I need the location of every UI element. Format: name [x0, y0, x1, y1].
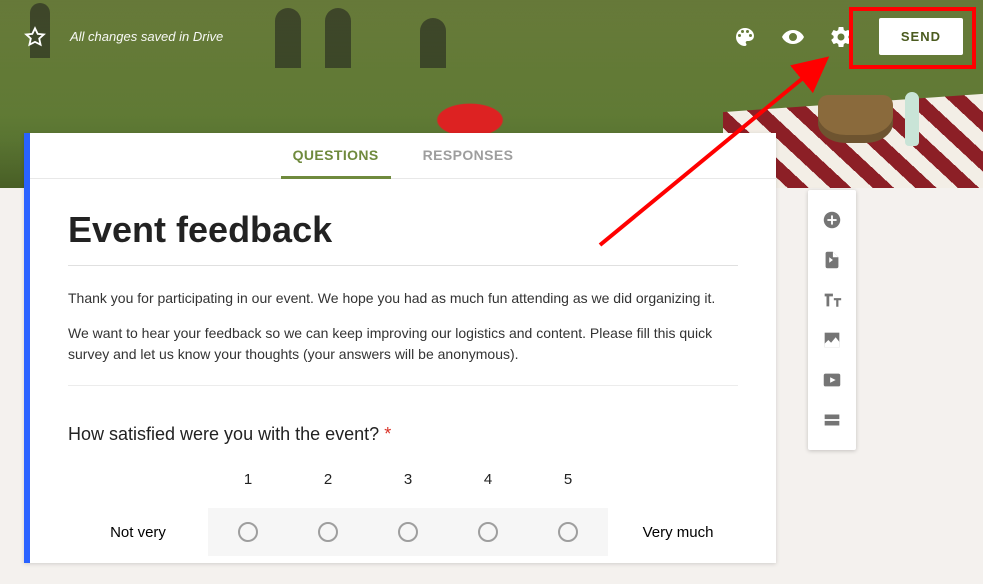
scale-low-label: Not very: [68, 524, 208, 541]
send-button[interactable]: SEND: [879, 18, 963, 55]
scale-number: 1: [208, 471, 288, 488]
save-status: All changes saved in Drive: [70, 29, 223, 44]
tab-responses[interactable]: RESPONSES: [401, 133, 536, 178]
banner-bottle: [905, 92, 919, 146]
required-star-icon: *: [384, 424, 391, 444]
question-text[interactable]: How satisfied were you with the event? *: [68, 424, 738, 445]
form-description[interactable]: Thank you for participating in our event…: [68, 276, 738, 386]
scale-radio-row: Not very Very much: [68, 508, 738, 556]
side-toolbar: [808, 190, 856, 450]
add-title-icon[interactable]: [808, 280, 856, 320]
import-questions-icon[interactable]: [808, 240, 856, 280]
preview-eye-icon[interactable]: [781, 25, 805, 49]
tab-questions[interactable]: QUESTIONS: [271, 133, 401, 178]
scale-high-label: Very much: [608, 524, 748, 541]
scale-radio-4[interactable]: [478, 522, 498, 542]
scale-number: 3: [368, 471, 448, 488]
scale-radio-2[interactable]: [318, 522, 338, 542]
scale-radio-5[interactable]: [558, 522, 578, 542]
palette-icon[interactable]: [733, 25, 757, 49]
form-description-line: Thank you for participating in our event…: [68, 288, 738, 309]
settings-gear-icon[interactable]: [829, 25, 853, 49]
scale-number: 2: [288, 471, 368, 488]
form-title[interactable]: Event feedback: [68, 209, 738, 266]
scale-number-row: 1 2 3 4 5: [68, 471, 738, 488]
question-label: How satisfied were you with the event?: [68, 424, 379, 444]
form-description-line: We want to hear your feedback so we can …: [68, 323, 738, 365]
add-video-icon[interactable]: [808, 360, 856, 400]
scale-number: 5: [528, 471, 608, 488]
banner-basket: [818, 95, 893, 143]
scale-radio-3[interactable]: [398, 522, 418, 542]
scale-radio-1[interactable]: [238, 522, 258, 542]
tabs-row: QUESTIONS RESPONSES: [30, 133, 776, 179]
header-toolbar: All changes saved in Drive SEND: [0, 18, 983, 55]
add-section-icon[interactable]: [808, 400, 856, 440]
add-image-icon[interactable]: [808, 320, 856, 360]
form-card: QUESTIONS RESPONSES Event feedback Thank…: [24, 133, 776, 563]
star-icon[interactable]: [24, 26, 46, 48]
scale-number: 4: [448, 471, 528, 488]
add-question-icon[interactable]: [808, 200, 856, 240]
